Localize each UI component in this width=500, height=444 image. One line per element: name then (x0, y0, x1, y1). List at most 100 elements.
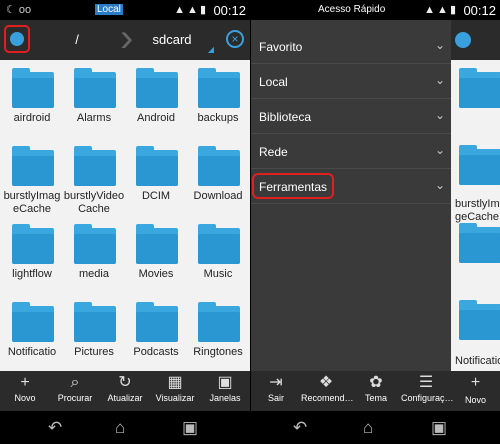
local-tag: Local (95, 4, 123, 15)
globe-button[interactable] (4, 25, 30, 53)
folder-item[interactable]: backups (187, 60, 249, 137)
toolbar-icon: ❖ (318, 374, 334, 391)
folder-label: Download (193, 190, 243, 202)
bottom_left-button[interactable]: ⌕ Procurar (50, 371, 100, 411)
toolbar-label: Atualizar (107, 393, 143, 403)
close-icon[interactable]: × (226, 30, 244, 48)
folder-item[interactable]: Pictures (63, 294, 125, 371)
recents-icon[interactable]: ▣ (431, 419, 447, 436)
bottom_left-button[interactable]: ▣ Janelas (200, 371, 250, 411)
left-screen: ☾ oo Local ▲▲▮ 00:12 / › sdcard ◢ × aird… (0, 0, 250, 444)
folder-item[interactable]: Download (187, 138, 249, 215)
bottom_right-button[interactable]: ⇥ Sair (251, 371, 301, 411)
path-current[interactable]: sdcard ◢ (128, 20, 216, 60)
chevron-down-icon: ⌄ (434, 73, 445, 87)
back-icon[interactable]: ↶ (293, 419, 307, 436)
bottom_left-button[interactable]: + Novo (0, 371, 50, 411)
folder-icon (74, 68, 116, 108)
drawer-item[interactable]: Rede ⌄ (251, 135, 451, 169)
folder-item[interactable]: Notificatio (1, 294, 63, 371)
folder-item[interactable]: Music (187, 216, 249, 293)
folder-item[interactable]: DCIM (125, 138, 187, 215)
drawer-item-label: Local (259, 75, 288, 89)
drawer-item[interactable]: Local ⌄ (251, 65, 451, 99)
folder-label: burstlyVideoCache (63, 190, 125, 215)
peek-label: burstlyIma (455, 198, 500, 210)
signal-icons-right: ▲▲▮ (424, 4, 458, 16)
folder-item[interactable]: media (63, 216, 125, 293)
folder-icon (198, 302, 240, 342)
folder-icon (136, 68, 178, 108)
folder-icon (74, 224, 116, 264)
folder-label: Alarms (76, 112, 112, 124)
folder-item[interactable]: burstlyImageCache (1, 138, 63, 215)
folder-label: Movies (138, 268, 174, 280)
globe-icon (455, 32, 471, 48)
folder-icon (459, 223, 500, 263)
bottom_right-button[interactable]: ❖ Recomend… (301, 371, 354, 411)
path-root[interactable]: / (32, 20, 122, 60)
toolbar-label: Visualizar (155, 393, 195, 403)
recents-icon[interactable]: ▣ (182, 419, 198, 436)
toolbar-label: Novo (14, 393, 36, 403)
folder-icon (136, 302, 178, 342)
folder-icon (74, 302, 116, 342)
toolbar-icon: ☰ (418, 374, 434, 391)
plus-icon: + (470, 374, 481, 391)
folder-icon (198, 146, 240, 186)
folder-item[interactable]: airdroid (1, 60, 63, 137)
home-icon[interactable]: ⌂ (363, 419, 373, 436)
folder-icon (136, 224, 178, 264)
status-bar-right: Acesso Rápido ▲▲▮ 00:12 (251, 0, 500, 20)
bottom_left-button[interactable]: ▦ Visualizar (150, 371, 200, 411)
toolbar-label: Procurar (57, 393, 93, 403)
folder-label: backups (197, 112, 239, 124)
folder-label: burstlyImageCache (3, 190, 61, 215)
status-center: Local (95, 4, 126, 15)
chevron-down-icon: ⌄ (434, 178, 445, 192)
toolbar-label: Tema (364, 393, 387, 403)
drawer-item[interactable]: Ferramentas ⌄ (251, 170, 451, 204)
folder-item[interactable]: burstlyVideoCache (63, 138, 125, 215)
back-icon[interactable]: ↶ (48, 419, 62, 436)
folder-label: lightflow (12, 268, 52, 280)
folder-item[interactable]: Movies (125, 216, 187, 293)
folder-item[interactable]: lightflow (1, 216, 63, 293)
drawer-item-label: Ferramentas (259, 180, 328, 194)
drawer-item[interactable]: Favorito ⌄ (251, 30, 451, 64)
drawer-item[interactable]: Biblioteca ⌄ (251, 100, 451, 134)
toolbar-icon: ✿ (369, 374, 383, 391)
bottom_left-button[interactable]: ↻ Atualizar (100, 371, 150, 411)
folder-icon (459, 300, 500, 340)
folder-icon (459, 145, 500, 185)
folder-label: airdroid (13, 112, 51, 124)
toolbar-label: Janelas (209, 393, 241, 403)
toolbar-label: Sair (267, 393, 284, 403)
status-time-right: 00:12 (463, 3, 496, 18)
quick-access-title: Acesso Rápido (318, 4, 386, 15)
folder-icon (136, 146, 178, 186)
folder-label: Podcasts (133, 346, 179, 358)
status-left-icons: ☾ oo (6, 4, 32, 16)
signal-icons: ▲▲▮ (174, 4, 208, 16)
folder-label: Notificatio (7, 346, 57, 358)
nav-bar: ↶ ⌂ ▣ (0, 411, 250, 444)
folder-label: Android (137, 112, 175, 124)
folder-label: DCIM (141, 190, 171, 202)
chevron-down-icon: ⌄ (434, 38, 445, 52)
bottom_right-button[interactable]: ☰ Configuraç… (401, 371, 454, 411)
peek-toolbar (451, 20, 500, 60)
folder-item[interactable]: Alarms (63, 60, 125, 137)
chevron-down-icon: ⌄ (434, 108, 445, 122)
bottom-toolbar-right: ⇥ Sair ❖ Recomend… ✿ Tema ☰ Configuraç… (251, 371, 454, 411)
status-time: 00:12 (213, 3, 246, 18)
folder-item[interactable]: Podcasts (125, 294, 187, 371)
folder-icon (12, 146, 54, 186)
right-screen: Acesso Rápido ▲▲▮ 00:12 Favorito ⌄ Local ⌄ B… (251, 0, 500, 444)
folder-item[interactable]: Android (125, 60, 187, 137)
folder-item[interactable]: Ringtones (187, 294, 249, 371)
peek-bottom: + Novo (451, 371, 500, 411)
home-icon[interactable]: ⌂ (115, 419, 125, 436)
bottom_right-button[interactable]: ✿ Tema (351, 371, 401, 411)
toolbar-icon: ▦ (167, 374, 183, 391)
